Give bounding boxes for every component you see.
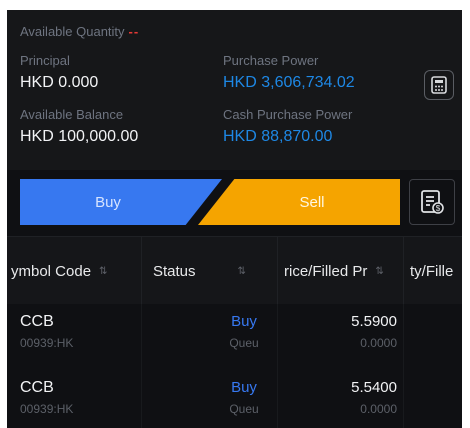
- buy-button-label: Buy: [95, 193, 121, 211]
- order-price: 5.5400: [351, 379, 397, 396]
- available-balance-value: HKD 100,000.00: [20, 128, 139, 145]
- column-qty-filled[interactable]: ty/Fille: [410, 237, 462, 305]
- purchase-power-value: HKD 3,606,734.02: [223, 74, 355, 91]
- principal-value: HKD 0.000: [20, 74, 99, 91]
- calculator-icon: [431, 76, 447, 94]
- column-symbol-code[interactable]: ymbol Code ⇅: [7, 237, 139, 305]
- column-divider: [277, 237, 278, 305]
- order-status: Queu: [229, 402, 259, 416]
- sort-icon: ⇅: [99, 265, 108, 277]
- symbol-code: 00939:HK: [20, 402, 74, 416]
- order-list-button[interactable]: $: [409, 179, 455, 225]
- available-quantity-value: --: [128, 24, 140, 39]
- column-symbol-code-label: ymbol Code: [11, 262, 92, 280]
- column-price-filled[interactable]: rice/Filled Pr ⇅: [284, 237, 402, 305]
- available-quantity-row: Available Quantity --: [20, 24, 139, 39]
- sell-button-label: Sell: [299, 193, 325, 211]
- column-status[interactable]: Status ⇅: [153, 237, 269, 305]
- order-side: Buy: [231, 379, 257, 396]
- calculator-button[interactable]: [424, 70, 454, 100]
- order-status: Queu: [229, 336, 259, 350]
- available-balance-label: Available Balance: [20, 107, 124, 122]
- sort-icon: ⇅: [237, 265, 246, 277]
- order-side: Buy: [231, 313, 257, 330]
- account-summary: Available Quantity -- Principal HKD 0.000…: [7, 10, 462, 170]
- orders-table-header: ymbol Code ⇅ Status ⇅ rice/Filled Pr ⇅ t…: [7, 236, 462, 305]
- symbol-name: CCB: [20, 313, 54, 330]
- column-divider: [141, 237, 142, 305]
- cash-purchase-power-value: HKD 88,870.00: [223, 128, 333, 145]
- column-qty-filled-label: ty/Fille: [410, 262, 454, 280]
- svg-text:$: $: [436, 204, 441, 213]
- purchase-power-label: Purchase Power: [223, 53, 319, 68]
- trade-actions: Buy Sell $: [7, 170, 462, 236]
- order-list-icon: $: [421, 190, 444, 214]
- symbol-name: CCB: [20, 379, 54, 396]
- cash-purchase-power-label: Cash Purchase Power: [223, 107, 353, 122]
- filled-price: 0.0000: [360, 336, 397, 350]
- symbol-code: 00939:HK: [20, 336, 74, 350]
- order-price: 5.5900: [351, 313, 397, 330]
- column-price-filled-label: rice/Filled Pr: [284, 262, 368, 280]
- filled-price: 0.0000: [360, 402, 397, 416]
- principal-label: Principal: [20, 53, 70, 68]
- table-row[interactable]: CCB 00939:HK Buy Queu 5.5400 0.0000: [7, 370, 462, 428]
- table-row[interactable]: CCB 00939:HK Buy Queu 5.5900 0.0000: [7, 304, 462, 364]
- column-status-label: Status: [153, 262, 196, 280]
- buy-button[interactable]: Buy: [20, 179, 222, 225]
- sell-button[interactable]: Sell: [198, 179, 400, 225]
- available-quantity-label: Available Quantity: [20, 24, 125, 39]
- trading-panel: Available Quantity -- Principal HKD 0.000…: [7, 10, 462, 428]
- sort-icon: ⇅: [375, 265, 384, 277]
- column-divider: [403, 237, 404, 305]
